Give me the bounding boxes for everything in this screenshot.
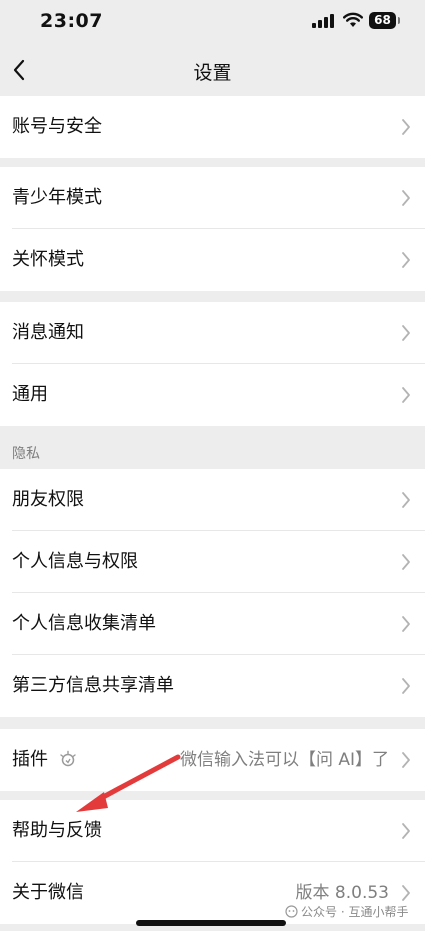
item-label: 第三方信息共享清单 bbox=[12, 675, 174, 696]
settings-item-help-feedback[interactable]: 帮助与反馈 bbox=[0, 800, 425, 862]
settings-item-info-collection-list[interactable]: 个人信息收集清单 bbox=[0, 593, 425, 655]
item-label: 个人信息收集清单 bbox=[12, 613, 156, 634]
watermark-text: 公众号 · 互通小帮手 bbox=[301, 905, 409, 919]
chevron-right-icon bbox=[402, 492, 410, 508]
battery-icon: 68 bbox=[369, 12, 400, 29]
group-modes: 青少年模式 关怀模式 bbox=[0, 167, 425, 291]
navigation-bar: 设置 bbox=[0, 44, 425, 96]
chevron-right-icon bbox=[402, 387, 410, 403]
settings-item-personal-info[interactable]: 个人信息与权限 bbox=[0, 531, 425, 593]
chevron-right-icon bbox=[402, 678, 410, 694]
chevron-right-icon bbox=[402, 119, 410, 135]
battery-level: 68 bbox=[374, 13, 391, 27]
chevron-right-icon bbox=[402, 252, 410, 268]
settings-item-plugins[interactable]: 插件 微信输入法可以【问 AI】了 bbox=[0, 729, 425, 791]
settings-item-youth-mode[interactable]: 青少年模式 bbox=[0, 167, 425, 229]
lightbulb-icon bbox=[60, 750, 76, 767]
chevron-right-icon bbox=[402, 752, 410, 768]
group-privacy: 朋友权限 个人信息与权限 个人信息收集清单 第三方信息共享清单 bbox=[0, 469, 425, 717]
chevron-right-icon bbox=[402, 616, 410, 632]
item-label: 消息通知 bbox=[12, 322, 84, 343]
item-label: 账号与安全 bbox=[12, 116, 102, 137]
settings-item-notifications[interactable]: 消息通知 bbox=[0, 302, 425, 364]
group-plugins: 插件 微信输入法可以【问 AI】了 bbox=[0, 729, 425, 791]
settings-item-friend-permissions[interactable]: 朋友权限 bbox=[0, 469, 425, 531]
group-general: 消息通知 通用 bbox=[0, 302, 425, 426]
chevron-right-icon bbox=[402, 554, 410, 570]
section-header-privacy: 隐私 bbox=[12, 446, 40, 462]
wifi-icon bbox=[343, 12, 363, 27]
item-label: 插件 bbox=[12, 749, 48, 770]
settings-item-account-security[interactable]: 账号与安全 bbox=[0, 96, 425, 158]
page-title: 设置 bbox=[193, 62, 232, 84]
settings-item-third-party-sharing[interactable]: 第三方信息共享清单 bbox=[0, 655, 425, 717]
item-label: 关于微信 bbox=[12, 882, 84, 903]
wechat-official-account-icon bbox=[285, 905, 298, 918]
watermark: 公众号 · 互通小帮手 bbox=[285, 903, 408, 920]
status-bar: 23:07 68 bbox=[0, 0, 425, 44]
chevron-right-icon bbox=[402, 885, 410, 901]
chevron-right-icon bbox=[402, 325, 410, 341]
chevron-right-icon bbox=[402, 823, 410, 839]
settings-item-general[interactable]: 通用 bbox=[0, 364, 425, 426]
plugin-promo-text: 微信输入法可以【问 AI】了 bbox=[179, 750, 389, 770]
home-indicator bbox=[136, 920, 286, 926]
item-label: 帮助与反馈 bbox=[12, 820, 102, 841]
chevron-right-icon bbox=[402, 190, 410, 206]
status-time: 23:07 bbox=[40, 10, 103, 32]
item-label: 朋友权限 bbox=[12, 489, 84, 510]
item-label: 关怀模式 bbox=[12, 249, 84, 270]
group-account: 账号与安全 bbox=[0, 96, 425, 158]
cellular-signal-icon bbox=[312, 14, 334, 28]
item-label: 青少年模式 bbox=[12, 187, 102, 208]
item-label: 通用 bbox=[12, 384, 48, 405]
item-label: 个人信息与权限 bbox=[12, 551, 138, 572]
settings-item-care-mode[interactable]: 关怀模式 bbox=[0, 229, 425, 291]
